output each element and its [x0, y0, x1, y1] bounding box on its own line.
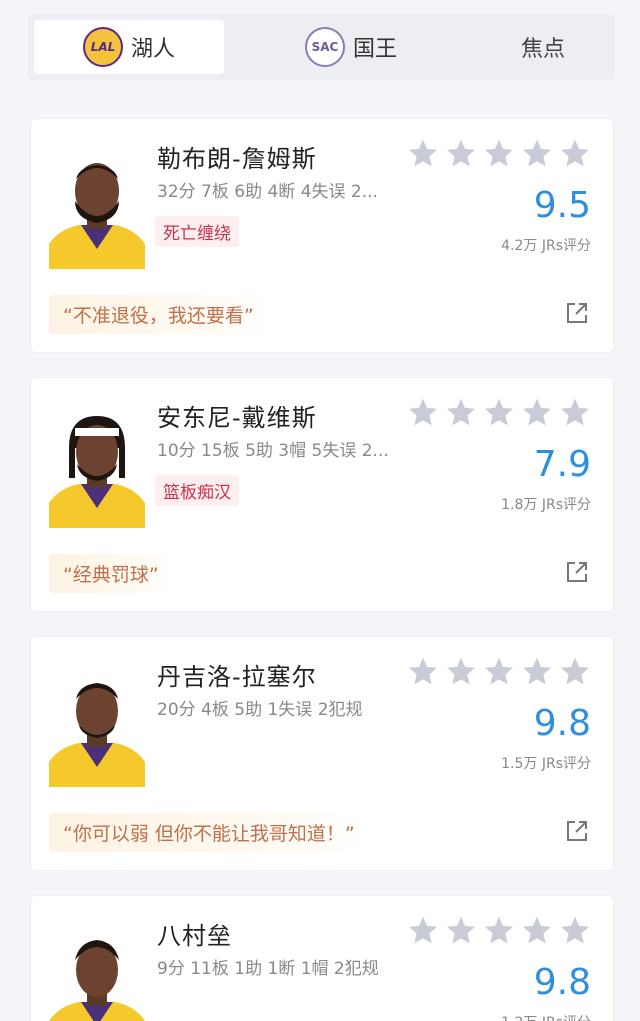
- star-icon[interactable]: [521, 396, 553, 428]
- rating-count: 1.8万 JRs评分: [501, 497, 591, 513]
- player-avatar: [49, 940, 145, 1021]
- star-icon[interactable]: [407, 655, 439, 687]
- tab-kings[interactable]: SAC 国王: [266, 20, 436, 74]
- player-stats: 10分 15板 5助 3帽 5失误 2...: [157, 441, 389, 461]
- player-name[interactable]: 安东尼-戴维斯: [157, 398, 317, 433]
- tab-focus[interactable]: 焦点: [458, 20, 628, 74]
- star-icon[interactable]: [521, 914, 553, 946]
- tab-label: 国王: [352, 37, 397, 62]
- hot-comment[interactable]: “不准退役，我还要看”: [49, 295, 268, 334]
- star-icon[interactable]: [445, 396, 477, 428]
- player-score: 9.8: [533, 962, 591, 1003]
- share-icon[interactable]: [565, 301, 589, 325]
- player-name[interactable]: 丹吉洛-拉塞尔: [157, 657, 317, 692]
- player-stats: 9分 11板 1助 1断 1帽 2犯规: [157, 959, 379, 979]
- player-score: 9.8: [533, 703, 591, 744]
- rating-stars[interactable]: [407, 655, 591, 687]
- player-name[interactable]: 八村垒: [157, 916, 232, 951]
- star-icon[interactable]: [483, 655, 515, 687]
- star-icon[interactable]: [559, 914, 591, 946]
- player-tag: 死亡缠绕: [155, 216, 239, 247]
- star-icon[interactable]: [445, 655, 477, 687]
- player-card[interactable]: 八村垒 9分 11板 1助 1断 1帽 2犯规 9.8 1.2万 JRs评分: [30, 895, 614, 1021]
- rating-count: 1.2万 JRs评分: [501, 1012, 591, 1021]
- tab-label: 湖人: [130, 37, 175, 62]
- player-avatar: [49, 683, 145, 787]
- player-tag: 篮板痴汉: [155, 475, 239, 506]
- player-stats: 32分 7板 6助 4断 4失误 2...: [157, 182, 378, 202]
- player-avatar: [49, 416, 145, 528]
- tab-lakers[interactable]: LAL 湖人: [34, 20, 224, 74]
- player-name[interactable]: 勒布朗-詹姆斯: [157, 139, 317, 174]
- tab-label: 焦点: [520, 37, 565, 62]
- star-icon[interactable]: [559, 137, 591, 169]
- team-tab-bar: LAL 湖人 SAC 国王 焦点: [28, 14, 615, 80]
- star-icon[interactable]: [521, 655, 553, 687]
- star-icon[interactable]: [445, 137, 477, 169]
- rating-stars[interactable]: [407, 914, 591, 946]
- star-icon[interactable]: [407, 137, 439, 169]
- star-icon[interactable]: [445, 914, 477, 946]
- rating-stars[interactable]: [407, 137, 591, 169]
- share-icon[interactable]: [565, 819, 589, 843]
- hot-comment[interactable]: “经典罚球”: [49, 554, 173, 593]
- star-icon[interactable]: [483, 137, 515, 169]
- player-stats: 20分 4板 5助 1失误 2犯规: [157, 700, 363, 720]
- rating-count: 4.2万 JRs评分: [501, 238, 591, 254]
- player-score: 7.9: [533, 444, 591, 485]
- star-icon[interactable]: [559, 655, 591, 687]
- kings-logo-icon: SAC: [304, 27, 345, 67]
- player-card[interactable]: 安东尼-戴维斯 10分 15板 5助 3帽 5失误 2... 篮板痴汉 7.9 …: [30, 377, 614, 612]
- rating-count: 1.5万 JRs评分: [501, 756, 591, 772]
- star-icon[interactable]: [483, 396, 515, 428]
- lakers-logo-icon: LAL: [82, 27, 123, 67]
- star-icon[interactable]: [559, 396, 591, 428]
- player-card[interactable]: 丹吉洛-拉塞尔 20分 4板 5助 1失误 2犯规 9.8 1.5万 JRs评分…: [30, 636, 614, 871]
- hot-comment[interactable]: “你可以弱 但你不能让我哥知道！”: [49, 813, 369, 852]
- player-avatar: [49, 163, 145, 269]
- player-card[interactable]: 勒布朗-詹姆斯 32分 7板 6助 4断 4失误 2... 死亡缠绕 9.5 4…: [30, 118, 614, 353]
- star-icon[interactable]: [521, 137, 553, 169]
- star-icon[interactable]: [483, 914, 515, 946]
- share-icon[interactable]: [565, 560, 589, 584]
- rating-stars[interactable]: [407, 396, 591, 428]
- player-score: 9.5: [533, 185, 591, 226]
- star-icon[interactable]: [407, 396, 439, 428]
- star-icon[interactable]: [407, 914, 439, 946]
